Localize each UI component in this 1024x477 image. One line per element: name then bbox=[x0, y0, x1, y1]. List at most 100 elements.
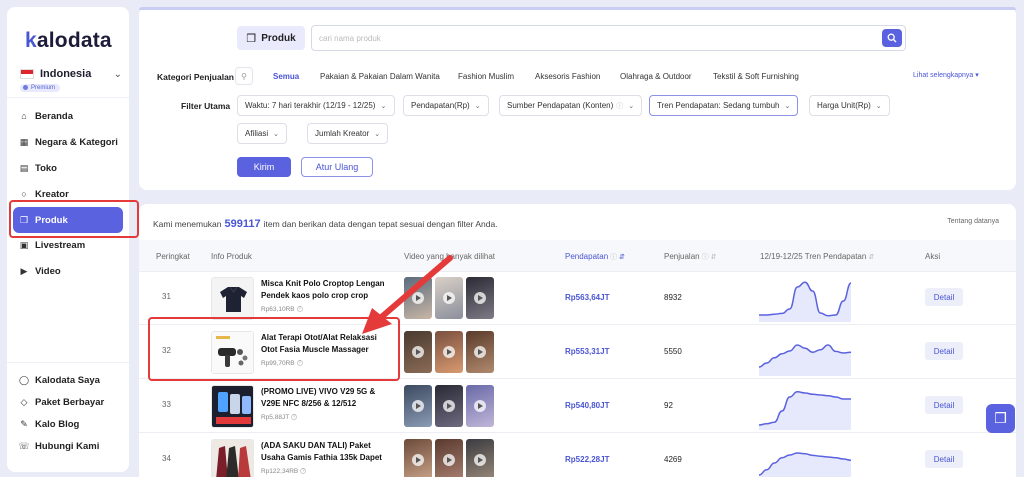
affiliate-dropdown[interactable]: Afiliasi ⌄ bbox=[237, 123, 287, 144]
video-thumbnail[interactable] bbox=[466, 277, 494, 319]
video-thumbnail[interactable] bbox=[466, 331, 494, 373]
sidebar-item-paket-berbayar[interactable]: ◇ Paket Berbayar bbox=[13, 391, 123, 413]
search-input[interactable] bbox=[312, 26, 852, 50]
sidebar-item-label: Video bbox=[35, 265, 61, 277]
reset-button[interactable]: Atur Ulang bbox=[301, 157, 373, 177]
chevron-down-icon: ⌄ bbox=[273, 130, 279, 138]
info-icon: ⓘ bbox=[701, 254, 709, 261]
detail-button[interactable]: Detail bbox=[925, 288, 963, 306]
column-sales-label: Penjualan bbox=[664, 252, 700, 261]
category-aksesoris-fashion[interactable]: Aksesoris Fashion bbox=[535, 72, 600, 81]
product-price-value: Rp63,10RB bbox=[261, 306, 295, 313]
premium-badge: Premium bbox=[20, 84, 61, 93]
sort-desc-icon: ⇵ bbox=[619, 254, 626, 261]
floating-assistant-button[interactable]: ❒ bbox=[986, 404, 1015, 433]
about-data-link[interactable]: Tentang datanya bbox=[947, 218, 999, 225]
category-olahraga-outdoor[interactable]: Olahraga & Outdoor bbox=[620, 72, 692, 81]
video-thumbnail[interactable] bbox=[435, 439, 463, 477]
product-title[interactable]: (PROMO LIVE) VIVO V29 5G & V29E NFC 8/25… bbox=[261, 386, 389, 410]
chevron-down-icon: ⌄ bbox=[374, 130, 381, 138]
category-search-button[interactable]: ⚲ bbox=[235, 67, 253, 85]
column-action: Aksi bbox=[925, 252, 941, 261]
dropdown-label: Jumlah Kreator bbox=[315, 129, 370, 138]
sales-value: 4269 bbox=[664, 455, 682, 464]
phone-image bbox=[212, 386, 253, 427]
sidebar: kalodata Indonesia ⌄ Premium ⌂ Beranda ▦ N… bbox=[7, 7, 129, 472]
product-image[interactable] bbox=[211, 277, 254, 320]
video-icon: ▶ bbox=[20, 265, 28, 276]
revenue-source-dropdown[interactable]: Sumber Pendapatan (Konten) ⓘ ⌄ bbox=[499, 95, 643, 116]
search-button[interactable] bbox=[882, 29, 902, 47]
country-selector[interactable]: Indonesia ⌄ Premium bbox=[20, 67, 126, 97]
revenue-filter-dropdown[interactable]: Pendapatan(Rp) ⌄ bbox=[403, 95, 489, 116]
premium-icon bbox=[23, 85, 28, 90]
category-pakaian-wanita[interactable]: Pakaian & Pakaian Dalam Wanita bbox=[320, 72, 440, 81]
sidebar-item-video[interactable]: ▶ Video bbox=[13, 260, 123, 282]
revenue-trend-sparkline bbox=[759, 281, 851, 322]
detail-button[interactable]: Detail bbox=[925, 396, 963, 414]
sidebar-item-negara-kategori[interactable]: ▦ Negara & Kategori bbox=[13, 131, 123, 153]
video-thumbnail[interactable] bbox=[466, 385, 494, 427]
column-revenue[interactable]: Pendapatan ⓘ ⇵ bbox=[565, 252, 625, 262]
play-icon bbox=[443, 400, 455, 412]
category-fashion-muslim[interactable]: Fashion Muslim bbox=[458, 72, 514, 81]
sort-icon: ⇵ bbox=[710, 254, 717, 261]
column-sales[interactable]: Penjualan ⓘ ⇵ bbox=[664, 252, 716, 262]
kalodata-logo[interactable]: kalodata bbox=[25, 29, 112, 53]
dropdown-label: Sumber Pendapatan (Konten) bbox=[507, 101, 614, 110]
sparkline-area bbox=[759, 453, 851, 477]
dropdown-label: Tren Pendapatan: Sedang tumbuh bbox=[657, 101, 780, 110]
column-revenue-label: Pendapatan bbox=[565, 252, 609, 261]
creator-count-dropdown[interactable]: Jumlah Kreator ⌄ bbox=[307, 123, 389, 144]
category-semua[interactable]: Semua bbox=[273, 72, 299, 81]
row-rank: 34 bbox=[162, 454, 171, 463]
column-revenue-trend[interactable]: 12/19-12/25 Tren Pendapatan ⇵ bbox=[760, 252, 874, 261]
sidebar-item-beranda[interactable]: ⌂ Beranda bbox=[13, 105, 123, 127]
video-thumbnail[interactable] bbox=[435, 385, 463, 427]
video-thumbnail[interactable] bbox=[466, 439, 494, 477]
sidebar-item-label: Negara & Kategori bbox=[35, 136, 118, 148]
product-title[interactable]: (ADA SAKU DAN TALI) Paket Usaha Gamis Fa… bbox=[261, 440, 389, 464]
column-rank: Peringkat bbox=[156, 252, 190, 261]
chevron-down-icon: ⌄ bbox=[113, 69, 122, 80]
sparkline-area bbox=[759, 345, 851, 376]
diamond-icon: ◇ bbox=[20, 396, 28, 407]
revenue-value: Rp522,28JT bbox=[565, 455, 610, 464]
revenue-value: Rp553,31JT bbox=[565, 347, 610, 356]
caret-down-icon: ▾ bbox=[975, 72, 979, 79]
sidebar-item-hubungi-kami[interactable]: ☏ Hubungi Kami bbox=[13, 435, 123, 457]
product-image[interactable] bbox=[211, 385, 254, 428]
creator-icon: ○ bbox=[21, 189, 27, 199]
sidebar-item-toko[interactable]: ▤ Toko bbox=[13, 157, 123, 179]
sidebar-item-kalodata-saya[interactable]: ◯ Kalodata Saya bbox=[13, 369, 123, 391]
submit-button[interactable]: Kirim bbox=[237, 157, 291, 177]
sidebar-item-label: Kreator bbox=[35, 188, 69, 200]
detail-button[interactable]: Detail bbox=[925, 342, 963, 360]
results-prefix: Kami menemukan bbox=[153, 219, 222, 229]
info-icon: ? bbox=[296, 306, 303, 313]
search-icon bbox=[887, 33, 897, 43]
blog-icon: ✎ bbox=[20, 418, 28, 429]
play-icon bbox=[412, 346, 424, 358]
dropdown-label: Harga Unit(Rp) bbox=[817, 101, 871, 110]
detail-button[interactable]: Detail bbox=[925, 450, 963, 468]
unit-price-dropdown[interactable]: Harga Unit(Rp) ⌄ bbox=[809, 95, 890, 116]
category-tekstil[interactable]: Tekstil & Soft Furnishing bbox=[713, 72, 799, 81]
dropdown-label: Waktu: 7 hari terakhir (12/19 - 12/25) bbox=[245, 101, 376, 110]
table-row[interactable]: 34 (ADA SAKU DAN TALI) Paket Usaha Gamis… bbox=[139, 434, 1016, 477]
play-icon bbox=[474, 454, 486, 466]
see-more-link[interactable]: Lihat selengkapnya ▾ bbox=[913, 71, 979, 79]
sidebar-item-kalo-blog[interactable]: ✎ Kalo Blog bbox=[13, 413, 123, 435]
video-thumbnail[interactable] bbox=[404, 385, 432, 427]
product-price: Rp122,34RB? bbox=[261, 468, 307, 475]
video-thumbnail[interactable] bbox=[404, 439, 432, 477]
product-search-tab-label: Produk bbox=[261, 32, 296, 44]
dropdown-label: Pendapatan(Rp) bbox=[411, 101, 470, 110]
table-row[interactable]: 33 (PROMO LIVE) VIVO V29 5G & V29E NFC 8… bbox=[139, 380, 1016, 433]
product-search-tab[interactable]: ❒ Produk bbox=[237, 26, 305, 50]
time-filter-dropdown[interactable]: Waktu: 7 hari terakhir (12/19 - 12/25) ⌄ bbox=[237, 95, 395, 116]
product-image[interactable] bbox=[211, 439, 254, 477]
revenue-trend-dropdown[interactable]: Tren Pendapatan: Sedang tumbuh ⌄ bbox=[649, 95, 799, 116]
main-filter-label: Filter Utama bbox=[181, 101, 231, 111]
search-icon: ⚲ bbox=[241, 71, 247, 81]
